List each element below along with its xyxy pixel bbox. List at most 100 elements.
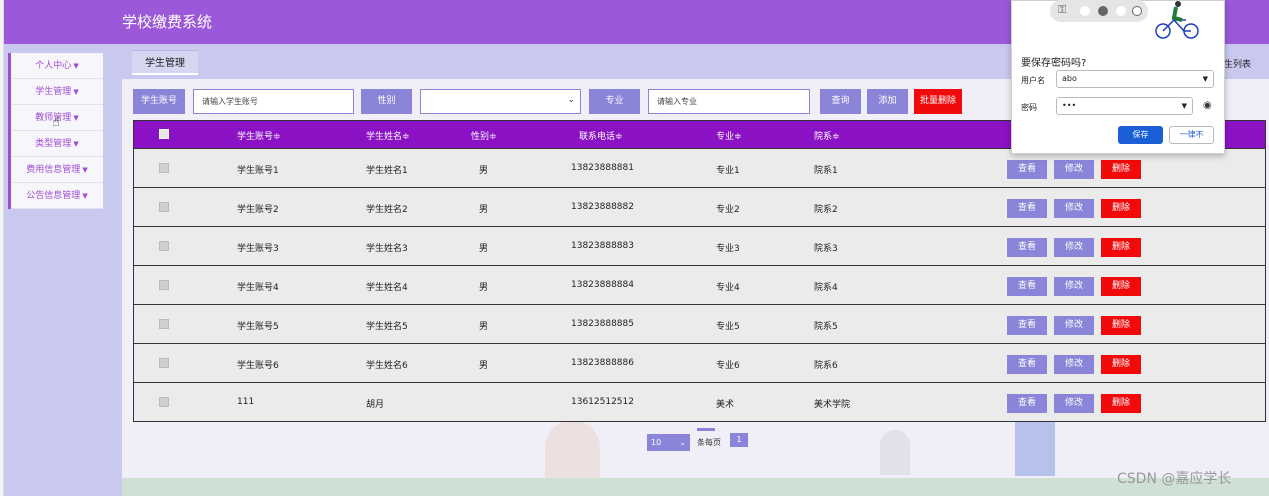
gender-label: 性别 (361, 89, 412, 114)
cell-name: 学生姓名5 (366, 322, 408, 332)
column-header-dept[interactable]: 院系≑ (814, 129, 840, 142)
delete-button[interactable]: 删除 (1101, 277, 1141, 296)
cell-gender: 男 (479, 322, 489, 332)
cell-gender: 男 (479, 244, 489, 254)
sidebar-item-fee-management[interactable]: 费用信息管理 ▼ (11, 157, 103, 183)
row-checkbox[interactable] (159, 163, 169, 173)
gender-select[interactable]: ⌄ (420, 89, 581, 114)
row-checkbox[interactable] (159, 202, 169, 212)
caret-down-icon: ▼ (82, 166, 88, 174)
password-value: ••• (1062, 101, 1077, 110)
view-button[interactable]: 查看 (1007, 355, 1047, 374)
delete-button[interactable]: 删除 (1101, 355, 1141, 374)
column-header-name[interactable]: 学生姓名≑ (366, 129, 410, 142)
cell-name: 胡月 (366, 400, 385, 410)
view-button[interactable]: 查看 (1007, 316, 1047, 335)
column-header-major[interactable]: 专业≑ (716, 129, 742, 142)
show-password-eye-icon[interactable]: ◉ (1203, 100, 1212, 111)
cell-gender: 男 (479, 361, 489, 371)
caret-down-icon: ▼ (1181, 102, 1187, 110)
cell-name: 学生姓名6 (366, 361, 408, 371)
account-label: 学生账号 (133, 89, 185, 114)
chevron-down-icon: ⌄ (679, 438, 686, 447)
password-illustration: ⚿ (1050, 0, 1148, 22)
cell-phone: 13823888884 (571, 280, 634, 290)
table-body: 学生账号1 学生姓名1 男 13823888881 专业1 院系1 查看 修改 删除 学生账号2 学… (134, 148, 1265, 421)
row-checkbox[interactable] (159, 241, 169, 251)
sidebar-item-personal-center[interactable]: 个人中心 ▼ (11, 53, 103, 79)
cell-major: 美术 (716, 400, 735, 410)
query-button[interactable]: 查询 (820, 89, 861, 114)
sidebar-item-student-management[interactable]: 学生管理 ▼ (11, 79, 103, 105)
key-icon: ⚿ (1058, 3, 1067, 16)
cell-major: 专业2 (716, 205, 740, 215)
view-button[interactable]: 查看 (1007, 394, 1047, 413)
sidebar-item-label: 公告信息管理 (26, 191, 81, 201)
sidebar-item-notice-management[interactable]: 公告信息管理 ▼ (11, 183, 103, 209)
cell-account: 学生账号2 (237, 205, 279, 215)
sidebar-item-label: 学生管理 (35, 87, 72, 97)
row-checkbox[interactable] (159, 397, 169, 407)
background-illustration (1015, 420, 1055, 476)
column-header-account[interactable]: 学生账号≑ (237, 129, 281, 142)
page-size-value: 10 (651, 438, 662, 447)
student-table: 学生账号≑ 学生姓名≑ 性别≑ 联系电话≑ 专业≑ 院系≑ 学生账号1 学生姓名1… (133, 120, 1266, 422)
delete-button[interactable]: 删除 (1101, 160, 1141, 179)
table-row: 学生账号6 学生姓名6 男 13823888886 专业6 院系6 查看 修改 删除 (134, 343, 1265, 382)
cell-phone: 13612512512 (571, 397, 634, 407)
column-header-gender[interactable]: 性别≑ (471, 129, 497, 142)
select-all-checkbox[interactable] (159, 129, 169, 139)
view-button[interactable]: 查看 (1007, 277, 1047, 296)
dot-icon (1132, 6, 1142, 16)
background-strip (122, 478, 1269, 496)
edit-button[interactable]: 修改 (1054, 355, 1094, 374)
tab-student-management[interactable]: 学生管理 (132, 50, 198, 75)
delete-button[interactable]: 删除 (1101, 199, 1141, 218)
edit-button[interactable]: 修改 (1054, 277, 1094, 296)
cell-dept: 美术学院 (814, 400, 851, 410)
dot-icon (1098, 6, 1108, 16)
cell-dept: 院系3 (814, 244, 838, 254)
username-value: abo (1062, 74, 1077, 83)
save-password-button[interactable]: 保存 (1118, 126, 1163, 144)
watermark: CSDN @嘉应学长 (1117, 471, 1232, 487)
edit-button[interactable]: 修改 (1054, 238, 1094, 257)
table-row: 111 胡月 13612512512 美术 美术学院 查看 修改 删除 (134, 382, 1265, 421)
delete-button[interactable]: 删除 (1101, 394, 1141, 413)
cell-account: 111 (237, 397, 255, 407)
cell-account: 学生账号3 (237, 244, 279, 254)
cell-name: 学生姓名3 (366, 244, 408, 254)
edit-button[interactable]: 修改 (1054, 394, 1094, 413)
row-checkbox[interactable] (159, 280, 169, 290)
row-checkbox[interactable] (159, 358, 169, 368)
add-button[interactable]: 添加 (867, 89, 908, 114)
dot-icon (1080, 6, 1090, 16)
edit-button[interactable]: 修改 (1054, 316, 1094, 335)
edit-button[interactable]: 修改 (1054, 199, 1094, 218)
username-field[interactable]: abo ▼ (1056, 70, 1214, 88)
view-button[interactable]: 查看 (1007, 238, 1047, 257)
sidebar-item-type-management[interactable]: 类型管理 ▼ (11, 131, 103, 157)
cell-gender: 男 (479, 283, 489, 293)
row-checkbox[interactable] (159, 319, 169, 329)
page-size-select[interactable]: 10 ⌄ (647, 434, 690, 451)
background-illustration (880, 430, 910, 475)
never-save-button[interactable]: 一律不 (1169, 126, 1214, 144)
delete-button[interactable]: 删除 (1101, 238, 1141, 257)
view-button[interactable]: 查看 (1007, 160, 1047, 179)
password-field[interactable]: ••• ▼ (1056, 97, 1193, 115)
cell-major: 专业1 (716, 166, 740, 176)
account-search-input[interactable]: 请输入学生账号 (193, 89, 354, 114)
major-search-input[interactable]: 请输入专业 (648, 89, 810, 114)
view-button[interactable]: 查看 (1007, 199, 1047, 218)
pagination-indicator (697, 428, 715, 431)
table-row: 学生账号3 学生姓名3 男 13823888883 专业3 院系3 查看 修改 删除 (134, 226, 1265, 265)
edit-button[interactable]: 修改 (1054, 160, 1094, 179)
table-row: 学生账号2 学生姓名2 男 13823888882 专业2 院系2 查看 修改 删除 (134, 187, 1265, 226)
delete-button[interactable]: 删除 (1101, 316, 1141, 335)
cell-gender: 男 (479, 166, 489, 176)
page-button-current[interactable]: 1 (730, 433, 748, 447)
batch-delete-button[interactable]: 批量删除 (914, 89, 962, 114)
cell-phone: 13823888886 (571, 358, 634, 368)
column-header-phone[interactable]: 联系电话≑ (579, 129, 623, 142)
